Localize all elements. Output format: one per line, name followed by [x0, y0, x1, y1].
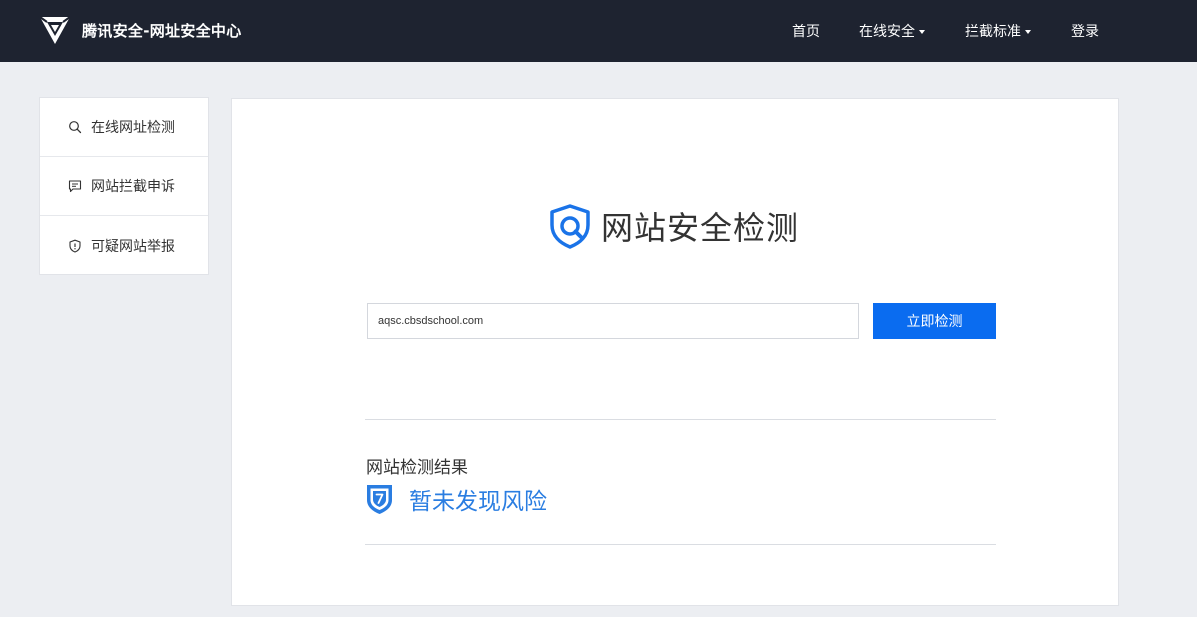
nav-online-security-label: 在线安全	[859, 24, 915, 40]
nav-block-standards-label: 拦截标准	[965, 24, 1021, 40]
sidebar-item-url-check[interactable]: 在线网址检测	[40, 98, 208, 157]
caret-down-icon	[919, 29, 925, 34]
nav-block-standards[interactable]: 拦截标准	[965, 21, 1031, 41]
nav-login-label: 登录	[1071, 24, 1099, 40]
nav-home-label: 首页	[792, 24, 820, 40]
result-text: 暂未发现风险	[409, 489, 547, 515]
sidebar-item-label: 网站拦截申诉	[91, 179, 175, 195]
sidebar-item-appeal[interactable]: 网站拦截申诉	[40, 157, 208, 216]
nav-online-security[interactable]: 在线安全	[859, 21, 925, 41]
sidebar-item-label: 可疑网站举报	[91, 238, 175, 255]
sidebar: 在线网址检测 网站拦截申诉 可疑网站举报	[39, 97, 209, 275]
brand-title: 腾讯安全-网址安全中心	[82, 21, 242, 40]
nav-home[interactable]: 首页	[792, 21, 820, 41]
result-label: 网站检测结果	[366, 458, 468, 478]
sidebar-item-report[interactable]: 可疑网站举报	[40, 216, 208, 275]
search-icon	[69, 121, 82, 134]
caret-down-icon	[1025, 29, 1031, 34]
top-bar: 腾讯安全-网址安全中心 首页 在线安全 拦截标准 登录	[0, 0, 1197, 62]
shield-alert-icon	[69, 239, 81, 253]
url-input[interactable]	[367, 303, 859, 339]
main-panel: 网站安全检测 立即检测 网站检测结果 暂未发现风险	[231, 98, 1119, 606]
nav-login[interactable]: 登录	[1071, 21, 1099, 41]
sidebar-item-label: 在线网址检测	[91, 120, 175, 136]
divider	[365, 419, 996, 420]
message-icon	[68, 180, 82, 193]
shield-safe-icon	[367, 485, 392, 514]
divider	[365, 544, 996, 545]
result-status: 暂未发现风险	[365, 482, 547, 516]
tencent-security-logo-icon	[39, 16, 71, 44]
brand[interactable]: 腾讯安全-网址安全中心	[38, 13, 242, 47]
page-title: 网站安全检测	[601, 209, 800, 247]
page-heading: 网站安全检测	[547, 203, 799, 249]
check-now-button[interactable]: 立即检测	[873, 303, 996, 339]
shield-search-icon	[550, 204, 590, 249]
